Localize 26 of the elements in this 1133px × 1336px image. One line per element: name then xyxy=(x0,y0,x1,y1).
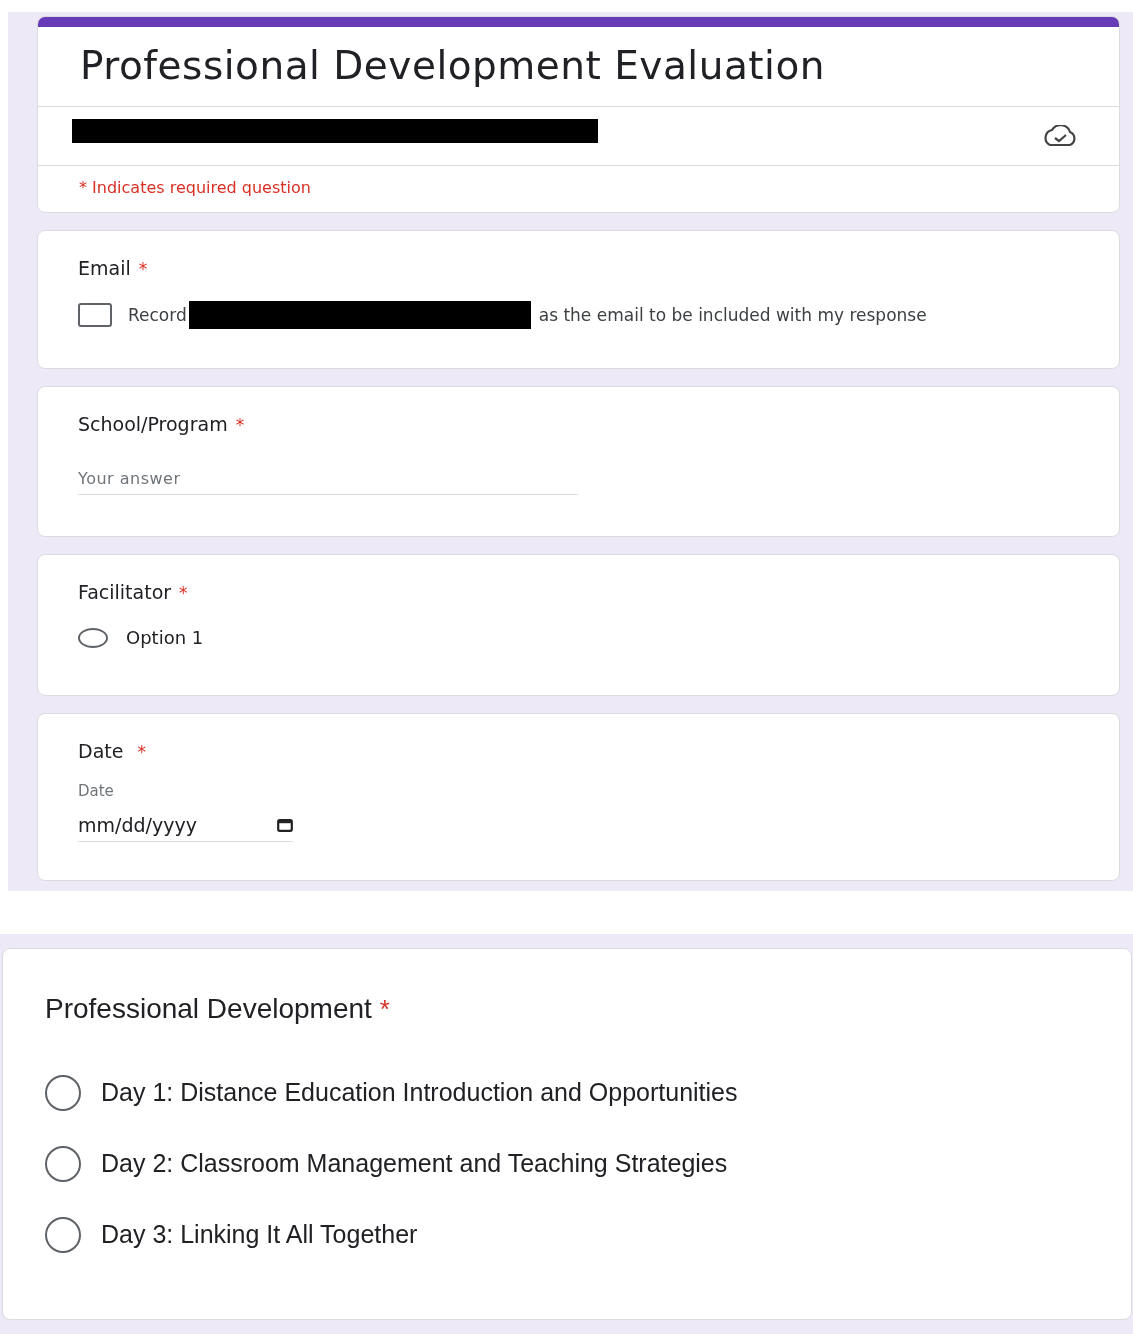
radio-button[interactable] xyxy=(45,1145,81,1182)
required-mark: * xyxy=(235,415,245,436)
required-mark: * xyxy=(179,583,188,604)
question-label: School/Program xyxy=(78,413,228,436)
option-label: Day 1: Distance Education Introduction and Opportunities xyxy=(101,1078,738,1107)
date-field[interactable]: mm/dd/yyyy xyxy=(78,814,293,843)
option-label: Option 1 xyxy=(126,627,204,649)
option-label: Day 3: Linking It All Together xyxy=(101,1220,418,1249)
radio-button[interactable] xyxy=(45,1216,81,1253)
checkbox-label: Record xyxy=(128,305,187,326)
question-label: Email xyxy=(78,257,131,280)
required-note: * Indicates required question xyxy=(78,177,312,197)
required-mark: * xyxy=(137,742,146,763)
radio-button[interactable] xyxy=(45,1074,81,1111)
radio-button[interactable] xyxy=(78,627,108,648)
form-title: Professional Development Evaluation xyxy=(79,42,826,90)
checkbox[interactable] xyxy=(78,303,112,328)
question-label: Facilitator xyxy=(78,581,172,604)
field-label: Date xyxy=(78,782,115,801)
required-mark: * xyxy=(138,259,148,280)
question-label: Date xyxy=(78,740,124,763)
calendar-icon xyxy=(277,818,293,832)
option-label: Day 2: Classroom Management and Teaching Strategies xyxy=(101,1149,728,1178)
required-mark: * xyxy=(379,994,390,1025)
checkbox-label: as the email to be included with my response xyxy=(538,305,927,326)
question-label: Professional Development xyxy=(45,993,372,1025)
